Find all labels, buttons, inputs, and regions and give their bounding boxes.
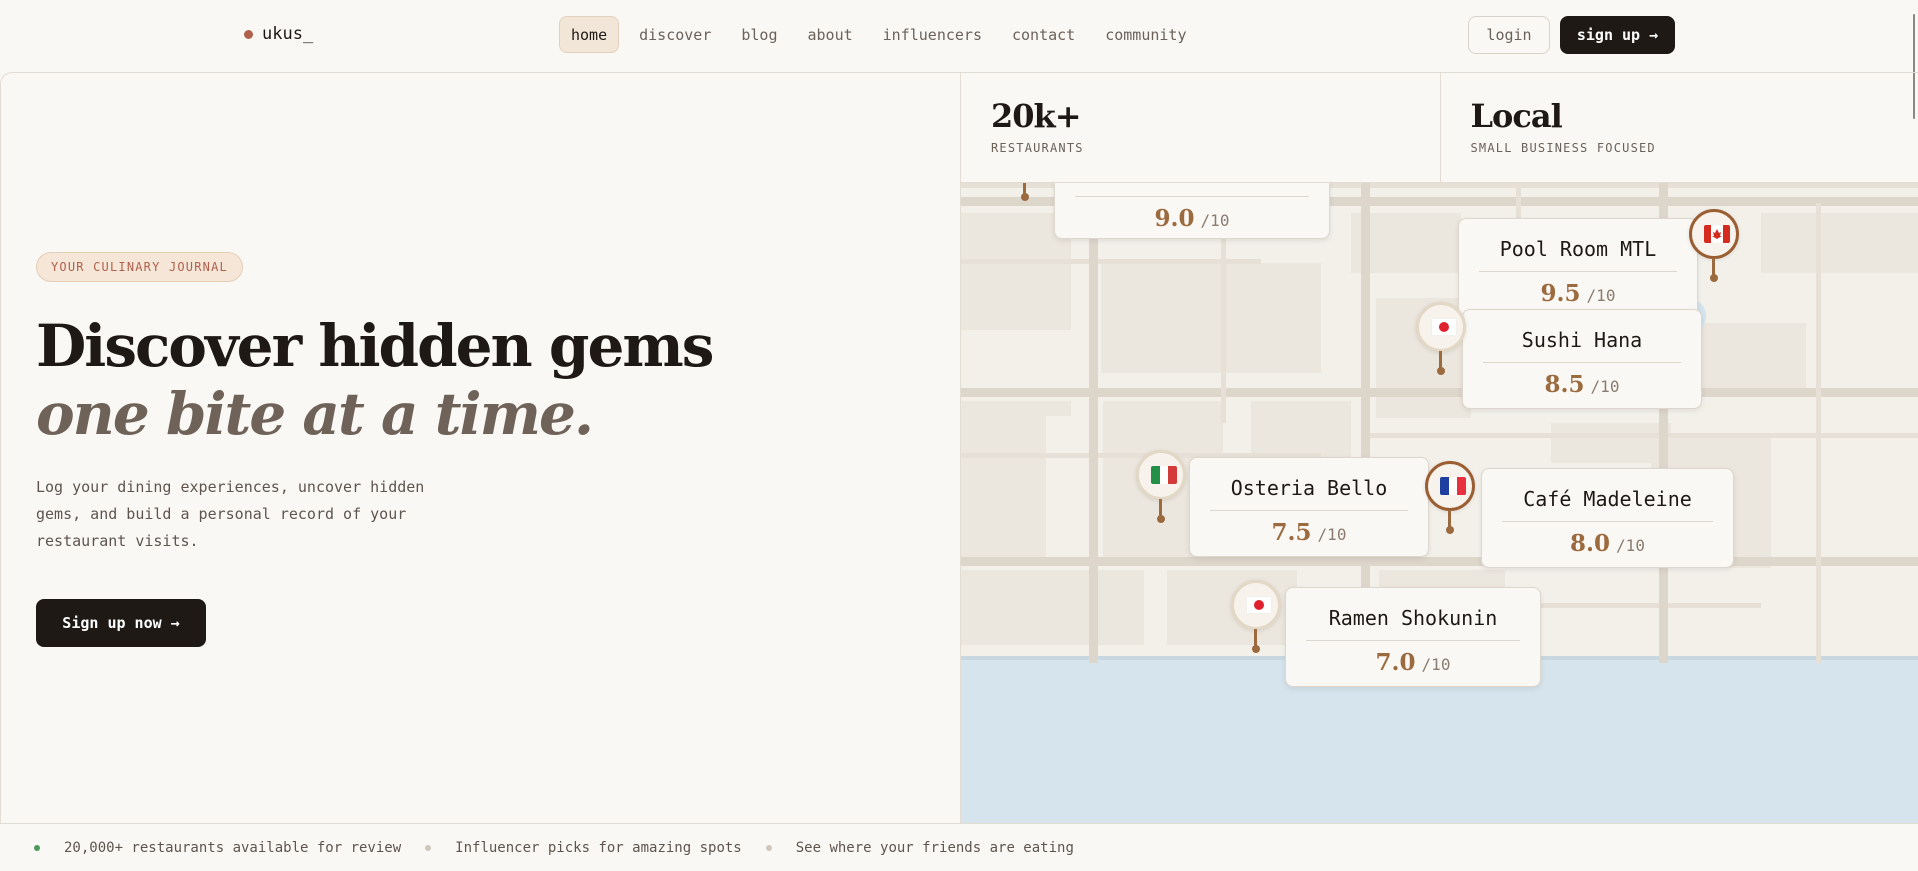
nav-link-about[interactable]: about (798, 16, 863, 53)
restaurant-card[interactable]: Sushi Hana 8.5/10 (1462, 309, 1702, 409)
hero-description: Log your dining experiences, uncover hid… (36, 478, 425, 550)
ticker-bar: 20,000+ restaurants available for review… (0, 823, 1918, 871)
stat-value: Local (1470, 97, 1563, 135)
nav-link-community[interactable]: community (1095, 16, 1196, 53)
ticker-item: See where your friends are eating (765, 840, 1074, 856)
nav-link-contact[interactable]: contact (1002, 16, 1085, 53)
logo-dot-icon (244, 29, 253, 39)
stat-value: 20k+ (991, 97, 1082, 135)
nav-link-blog[interactable]: blog (731, 16, 787, 53)
restaurant-name: Café Madeleine (1523, 487, 1692, 511)
ticker-item: 20,000+ restaurants available for review (34, 840, 401, 856)
restaurant-name (1055, 183, 1329, 196)
restaurant-score: 8.0/10 (1570, 530, 1645, 557)
restaurant-score: 8.5/10 (1544, 371, 1620, 398)
stat-local: Local SMALL BUSINESS FOCUSED (1439, 73, 1918, 182)
signup-button[interactable]: sign up → (1560, 16, 1675, 54)
france-flag-icon (1440, 477, 1466, 495)
stats-bar: 20k+ RESTAURANTS Local SMALL BUSINESS FO… (960, 72, 1918, 183)
restaurant-card[interactable]: 9.0/10 (1054, 183, 1330, 239)
login-button[interactable]: login (1468, 16, 1550, 54)
restaurant-pin[interactable] (1231, 580, 1281, 630)
nav-link-home[interactable]: home (559, 16, 620, 53)
restaurant-score: 7.0/10 (1375, 649, 1451, 676)
nav-link-discover[interactable]: discover (629, 16, 721, 53)
hero-tag: YOUR CULINARY JOURNAL (36, 252, 243, 282)
nav-link-influencers[interactable]: influencers (873, 16, 992, 53)
status-dot-icon (34, 844, 40, 851)
restaurant-name: Osteria Bello (1230, 476, 1388, 500)
logo[interactable]: ukus_ (244, 24, 313, 44)
restaurant-pin[interactable] (1136, 450, 1186, 500)
restaurant-score: 9.5/10 (1540, 280, 1616, 307)
canada-flag-icon (1704, 225, 1730, 243)
stat-label: RESTAURANTS (991, 141, 1084, 155)
restaurant-pin[interactable] (1425, 461, 1475, 511)
restaurant-name: Pool Room MTL (1499, 237, 1657, 261)
ticker-item: Influencer picks for amazing spots (425, 840, 742, 856)
restaurant-score: 9.0/10 (1154, 205, 1230, 232)
restaurant-card[interactable]: Café Madeleine 8.0/10 (1481, 468, 1734, 568)
logo-text: ukus_ (262, 24, 314, 44)
top-nav: ukus_ home discover blog about influence… (0, 0, 1918, 72)
restaurant-card[interactable]: Pool Room MTL 9.5/10 (1458, 218, 1698, 318)
japan-flag-icon (1431, 318, 1457, 336)
restaurant-pin[interactable] (1416, 302, 1466, 352)
japan-flag-icon (1246, 596, 1272, 614)
restaurant-card[interactable]: Osteria Bello 7.5/10 (1189, 457, 1429, 557)
hero-title: Discover hidden gems (36, 312, 714, 380)
bullet-dot-icon (425, 844, 432, 851)
hero-subtitle: one bite at a time. (36, 380, 594, 448)
stat-restaurants: 20k+ RESTAURANTS (961, 73, 1440, 182)
hero-panel (0, 72, 960, 824)
restaurant-card[interactable]: Ramen Shokunin 7.0/10 (1285, 587, 1541, 687)
restaurant-name: Sushi Hana (1521, 328, 1643, 352)
signup-now-button[interactable]: Sign up now → (36, 599, 206, 647)
restaurant-name: Ramen Shokunin (1328, 606, 1498, 630)
nav-links: home discover blog about influencers con… (559, 16, 1197, 53)
restaurant-map[interactable]: 9.0/10 Pool Room MTL 9.5/10 Sushi Hana 8… (960, 183, 1918, 824)
italy-flag-icon (1151, 466, 1177, 484)
restaurant-pin[interactable] (1689, 209, 1739, 259)
restaurant-score: 7.5/10 (1271, 519, 1347, 546)
stat-label: SMALL BUSINESS FOCUSED (1470, 141, 1656, 155)
bullet-dot-icon (765, 844, 772, 851)
